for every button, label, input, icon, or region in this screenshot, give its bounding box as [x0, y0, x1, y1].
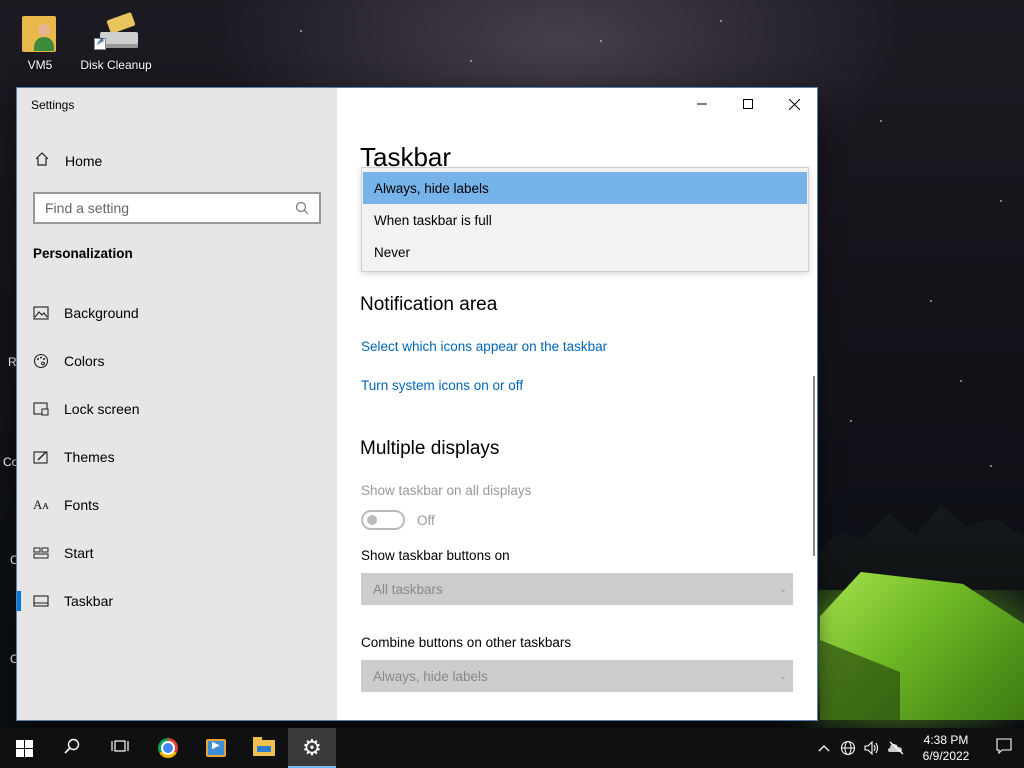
- search-box[interactable]: [33, 192, 321, 224]
- chevron-down-icon: ⌄: [778, 583, 787, 595]
- settings-taskbar-button[interactable]: ⚙: [288, 728, 336, 768]
- palette-icon: [33, 353, 49, 369]
- sidebar-item-lock-screen[interactable]: Lock screen: [17, 385, 337, 433]
- home-label: Home: [65, 153, 103, 169]
- sidebar-item-label: Lock screen: [64, 401, 140, 417]
- taskbar-icon: [33, 593, 49, 609]
- sidebar-item-taskbar[interactable]: Taskbar: [17, 577, 337, 625]
- maximize-button[interactable]: [725, 88, 771, 120]
- sidebar-item-colors[interactable]: Colors: [17, 337, 337, 385]
- chrome-taskbar-button[interactable]: [144, 728, 192, 768]
- start-button[interactable]: [0, 728, 48, 768]
- folder-icon: [253, 737, 275, 756]
- search-button[interactable]: [48, 728, 96, 768]
- user-folder-icon: [20, 12, 60, 54]
- sidebar-item-label: Colors: [64, 353, 105, 369]
- dropdown-option-always-hide-labels[interactable]: Always, hide labels: [363, 172, 807, 204]
- sidebar-item-label: Taskbar: [64, 593, 114, 609]
- sidebar-item-background[interactable]: Background: [17, 289, 337, 337]
- select-value: Always, hide labels: [373, 668, 488, 684]
- show-buttons-on-select[interactable]: All taskbars ⌄: [361, 573, 793, 605]
- home-nav-item[interactable]: Home: [34, 151, 102, 171]
- notification-icon: [996, 737, 1012, 759]
- lock-screen-icon: [33, 401, 49, 417]
- combine-buttons-label: Combine buttons on other taskbars: [361, 635, 572, 650]
- sidebar-item-themes[interactable]: Themes: [17, 433, 337, 481]
- settings-window: Settings Home Personalization Background: [17, 88, 817, 720]
- sidebar-item-label: Fonts: [64, 497, 100, 513]
- scrollbar[interactable]: [813, 376, 815, 556]
- sidebar-item-start[interactable]: Start: [17, 529, 337, 577]
- sidebar-item-fonts[interactable]: Aᴀ Fonts: [17, 481, 337, 529]
- start-icon: [33, 545, 49, 561]
- desktop-icon-label: VM5: [27, 58, 53, 72]
- sidebar-item-label: Background: [64, 305, 139, 321]
- dropdown-option-never[interactable]: Never: [363, 236, 807, 268]
- desktop-icon-disk-cleanup[interactable]: Disk Cleanup: [76, 11, 156, 72]
- clock-date: 6/9/2022: [922, 749, 970, 763]
- dropdown-option-when-full[interactable]: When taskbar is full: [363, 204, 807, 236]
- desktop-icon-vm5[interactable]: VM5: [0, 12, 80, 72]
- chevron-up-icon[interactable]: [812, 728, 836, 768]
- task-view-button[interactable]: [96, 728, 144, 768]
- onedrive-offline-icon[interactable]: [884, 728, 908, 768]
- home-icon: [34, 151, 50, 171]
- window-title: Settings: [31, 98, 75, 112]
- system-icons-link[interactable]: Turn system icons on or off: [361, 378, 523, 393]
- sidebar-item-label: Themes: [64, 449, 115, 465]
- search-input[interactable]: [45, 200, 295, 216]
- search-icon: [64, 738, 80, 759]
- media-player-icon: [206, 739, 226, 757]
- chrome-icon: [158, 738, 178, 758]
- gear-icon: ⚙: [302, 735, 322, 760]
- fonts-icon: Aᴀ: [33, 497, 49, 512]
- windows-logo-icon: [15, 739, 33, 757]
- file-explorer-taskbar-button[interactable]: [240, 728, 288, 768]
- media-taskbar-button[interactable]: [192, 728, 240, 768]
- select-icons-link[interactable]: Select which icons appear on the taskbar: [361, 339, 607, 354]
- sidebar-nav: Background Colors Lock screen Themes Aᴀ …: [17, 289, 337, 625]
- volume-icon[interactable]: [860, 728, 884, 768]
- combine-buttons-select[interactable]: Always, hide labels ⌄: [361, 660, 793, 692]
- combine-buttons-dropdown-list: Always, hide labels When taskbar is full…: [361, 167, 809, 272]
- clock[interactable]: 4:38 PM 6/9/2022: [908, 732, 984, 764]
- background-icon: [33, 305, 49, 321]
- desktop-icon-label: Disk Cleanup: [80, 58, 152, 72]
- search-icon[interactable]: [295, 201, 309, 215]
- show-all-displays-toggle[interactable]: [361, 510, 405, 530]
- minimize-button[interactable]: [679, 88, 725, 120]
- taskbar: ⚙ 4:38 PM 6/9/2022: [0, 728, 1024, 768]
- chevron-down-icon: ⌄: [778, 670, 787, 682]
- disk-cleanup-icon: [94, 11, 138, 54]
- section-heading: Personalization: [33, 246, 133, 261]
- caption-buttons: [679, 88, 817, 120]
- multiple-displays-heading: Multiple displays: [360, 438, 500, 459]
- toggle-state-label: Off: [417, 513, 435, 528]
- globe-icon[interactable]: [836, 728, 860, 768]
- themes-icon: [33, 449, 49, 465]
- sidebar-item-label: Start: [64, 545, 94, 561]
- show-buttons-on-label: Show taskbar buttons on: [361, 548, 510, 563]
- settings-sidebar: Settings Home Personalization Background: [17, 88, 337, 720]
- show-all-displays-label: Show taskbar on all displays: [361, 483, 532, 498]
- settings-content: Taskbar Always, hide labels When taskbar…: [337, 88, 817, 720]
- close-button[interactable]: [771, 88, 817, 120]
- clock-time: 4:38 PM: [923, 733, 969, 747]
- desktop-edge-text: R: [8, 355, 17, 369]
- system-tray: 4:38 PM 6/9/2022: [812, 728, 1024, 768]
- select-value: All taskbars: [373, 581, 443, 597]
- notification-area-heading: Notification area: [360, 294, 498, 315]
- action-center-button[interactable]: [984, 728, 1024, 768]
- task-view-icon: [111, 738, 129, 759]
